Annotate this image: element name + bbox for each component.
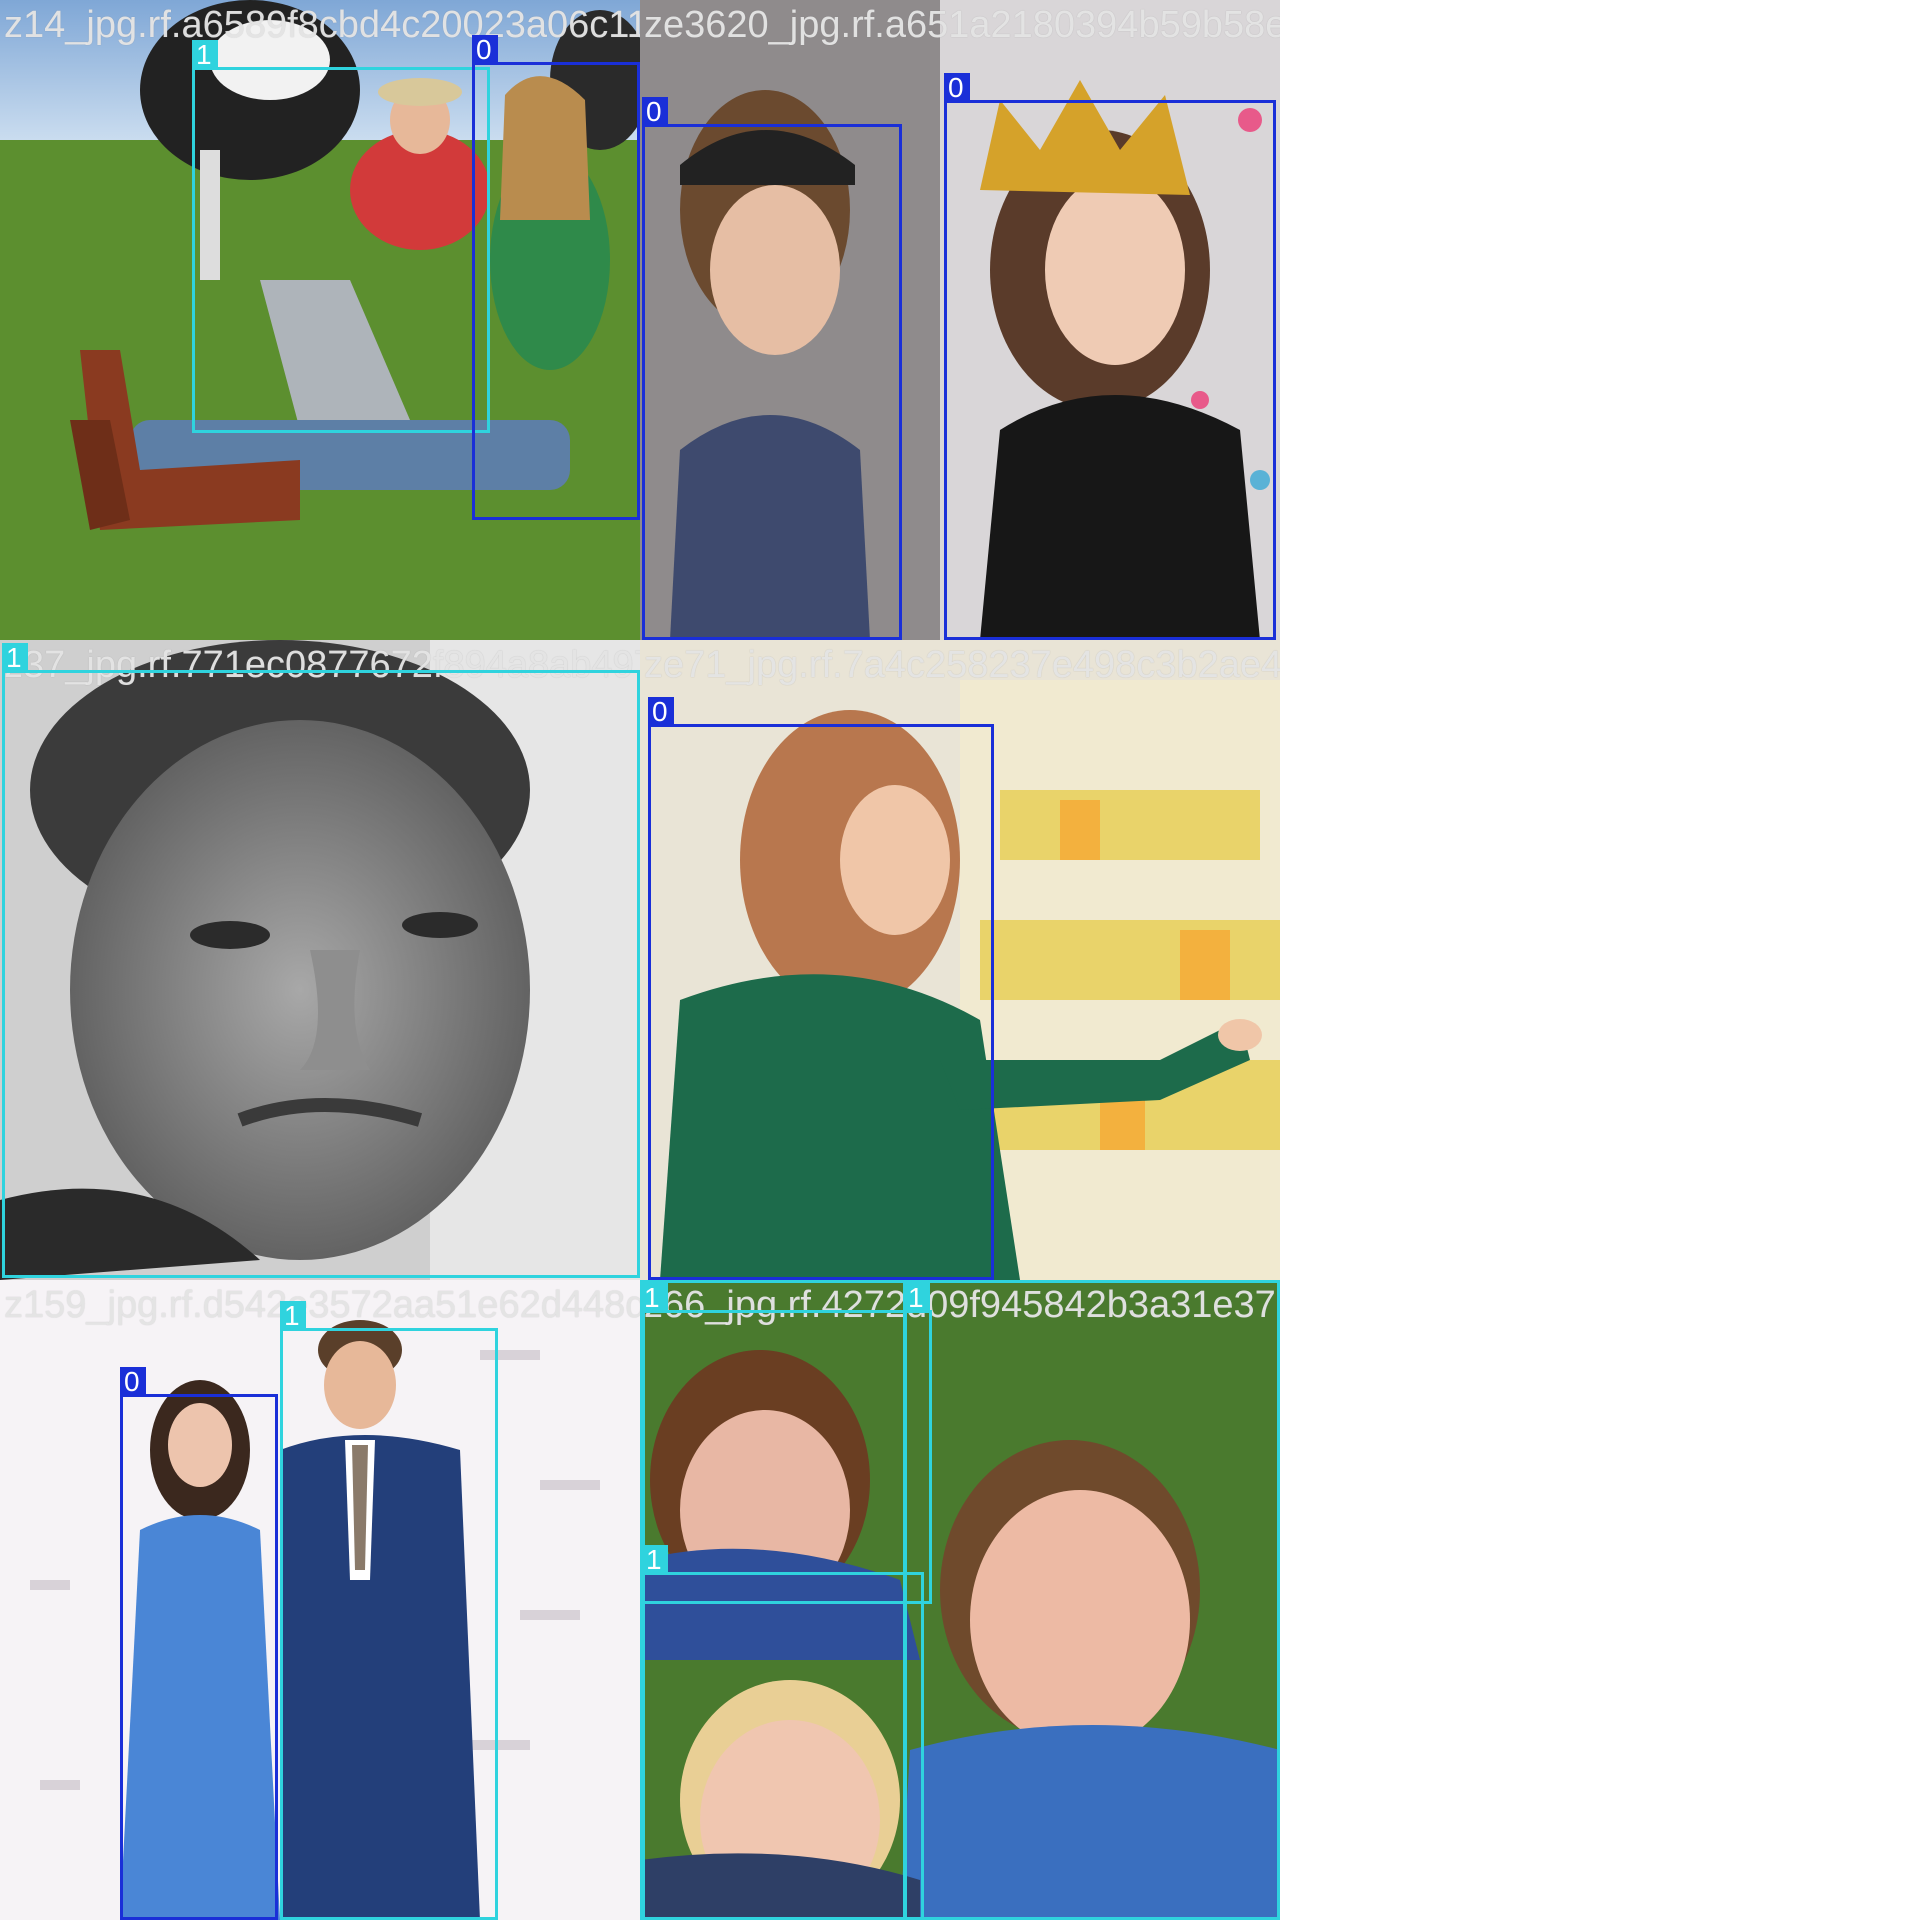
bbox-class-1: 1 <box>904 1280 1280 1920</box>
tile-filename: z159_jpg.rf.d542e3572aa51e62d448d602b6 <box>4 1284 640 1326</box>
mosaic-tile-2: ze3620_jpg.rf.a651a2180394b59b58ee9ee7da… <box>640 0 1280 640</box>
bbox-class-0: 0 <box>642 97 902 640</box>
bbox-class-1: 1 <box>192 40 490 433</box>
bbox-class-label: 0 <box>648 697 674 727</box>
mosaic-tile-6: z66_jpg.rf.4272d09f945842b3a31e373455d92… <box>640 1280 1280 1920</box>
mosaic-tile-5: z159_jpg.rf.d542e3572aa51e62d448d602b6 0… <box>0 1280 640 1920</box>
tile-filename: ze3620_jpg.rf.a651a2180394b59b58ee9ee7da… <box>644 4 1280 46</box>
bbox-class-0: 0 <box>120 1367 278 1920</box>
bbox-class-1: 1 <box>640 1280 906 1920</box>
mosaic-tile-4: ze71_jpg.rf.7a4c258237e498c3b2ae4e37f73c… <box>640 640 1280 1280</box>
bbox-class-label: 0 <box>120 1367 146 1397</box>
mosaic-tile-1: z14_jpg.rf.a6589f8cbd4c20023a06c11ze3620… <box>0 0 640 640</box>
bbox-class-label: 0 <box>642 97 668 127</box>
bbox-class-0: 0 <box>944 73 1276 640</box>
bbox-class-0: 0 <box>648 697 994 1280</box>
bbox-class-1: 1 <box>2 643 640 1278</box>
bbox-class-label: 1 <box>640 1283 666 1313</box>
bbox-class-label: 0 <box>472 35 498 65</box>
bbox-class-0: 0 <box>472 35 640 520</box>
tile-filename: z14_jpg.rf.a6589f8cbd4c20023a06c11ze3620… <box>4 4 640 46</box>
bbox-class-1: 1 <box>280 1301 498 1920</box>
bbox-class-label: 1 <box>192 40 218 70</box>
tile-filename: ze71_jpg.rf.7a4c258237e498c3b2ae4e37f73c… <box>644 644 1280 686</box>
bbox-class-label: 1 <box>280 1301 306 1331</box>
mosaic-tile-3: z37_jpg.rf.771ec0877672f894a8ab49787100 … <box>0 640 640 1280</box>
bbox-class-label: 1 <box>2 643 28 673</box>
bbox-class-label: 0 <box>944 73 970 103</box>
bbox-class-label: 1 <box>904 1283 930 1313</box>
